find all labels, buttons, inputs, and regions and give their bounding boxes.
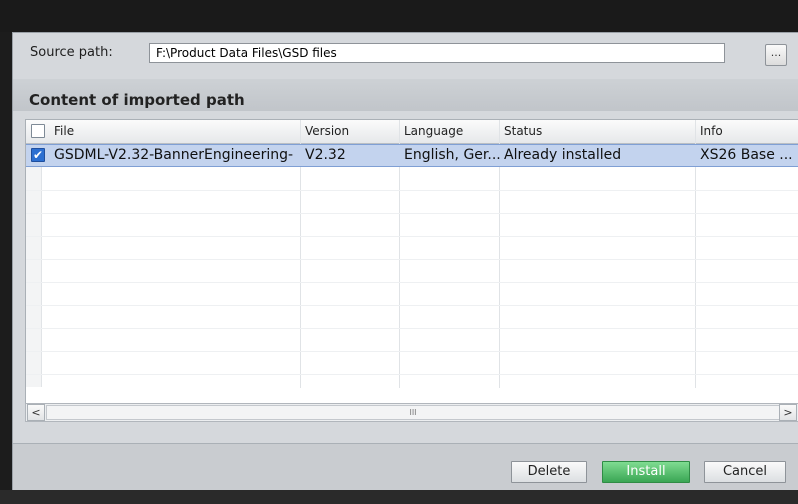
source-path-input[interactable]: F:\Product Data Files\GSD files — [149, 43, 725, 63]
cell-status: Already installed — [504, 147, 622, 163]
install-button[interactable]: Install — [602, 461, 690, 483]
row-divider — [26, 351, 798, 352]
cell-version: V2.32 — [305, 147, 346, 163]
cell-language: English, Ger... — [404, 147, 501, 163]
column-header-language[interactable]: Language — [404, 124, 463, 138]
table-header: File Version Language Status Info — [26, 120, 798, 144]
browse-button[interactable]: ... — [765, 44, 787, 66]
source-path-label: Source path: — [30, 45, 113, 60]
cell-info: XS26 Base ... — [700, 147, 793, 163]
row-checkbox[interactable]: ✔ — [31, 148, 45, 162]
row-divider — [26, 282, 798, 283]
cancel-button[interactable]: Cancel — [704, 461, 786, 483]
row-divider — [26, 305, 798, 306]
scroll-thumb[interactable]: III — [46, 405, 780, 420]
column-header-file[interactable]: File — [54, 124, 74, 138]
button-bar: Delete Install Cancel — [13, 443, 798, 492]
scroll-left-icon[interactable]: < — [27, 404, 45, 421]
delete-button[interactable]: Delete — [511, 461, 587, 483]
cell-file: GSDML-V2.32-BannerEngineering- — [54, 147, 294, 163]
horizontal-scrollbar[interactable]: < III > — [25, 403, 798, 422]
row-divider — [26, 190, 798, 191]
row-divider — [26, 328, 798, 329]
select-all-checkbox[interactable] — [31, 124, 45, 138]
table-row[interactable]: ✔ GSDML-V2.32-BannerEngineering- V2.32 E… — [26, 144, 798, 167]
column-header-version[interactable]: Version — [305, 124, 349, 138]
window-titlebar — [0, 0, 798, 32]
column-header-status[interactable]: Status — [504, 124, 542, 138]
row-divider — [26, 236, 798, 237]
file-table: File Version Language Status Info ✔ GSDM… — [25, 119, 798, 409]
row-divider — [26, 259, 798, 260]
row-divider — [26, 374, 798, 375]
row-gutter — [26, 167, 42, 387]
check-icon: ✔ — [32, 148, 44, 162]
section-title: Content of imported path — [29, 91, 245, 109]
column-header-info[interactable]: Info — [700, 124, 723, 138]
taskbar-strip — [0, 490, 798, 504]
section-header: Content of imported path — [13, 79, 798, 111]
row-divider — [26, 213, 798, 214]
scroll-right-icon[interactable]: > — [779, 404, 797, 421]
install-gsd-dialog: Source path: F:\Product Data Files\GSD f… — [12, 32, 798, 492]
